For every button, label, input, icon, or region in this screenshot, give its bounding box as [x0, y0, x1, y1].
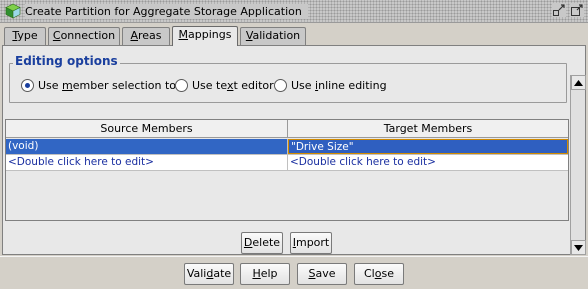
target-member-cell[interactable]: "Drive Size": [288, 139, 568, 154]
app-cube-icon: [5, 3, 21, 19]
radio-unselected-icon[interactable]: [175, 78, 188, 92]
window-title: Create Partition for Aggregate Storage A…: [25, 4, 308, 19]
radio-label: Use inline editing: [291, 78, 387, 92]
tab-connection[interactable]: Connection: [48, 27, 120, 45]
mappings-table: Source Members Target Members (void) "Dr…: [5, 119, 569, 221]
radio-selected-icon[interactable]: [21, 78, 34, 92]
source-member-cell[interactable]: (void): [6, 139, 288, 154]
mappings-panel: Editing options Use member selection too…: [2, 45, 586, 255]
editing-options-title: Editing options: [13, 54, 120, 68]
dialog-footer: Validate Help Save Close: [0, 256, 588, 289]
source-member-cell[interactable]: <Double click here to edit>: [6, 155, 288, 170]
radio-label: Use member selection tool: [38, 78, 186, 92]
column-header-source[interactable]: Source Members: [6, 120, 288, 138]
tab-areas[interactable]: Areas: [122, 27, 170, 45]
radio-inline-editing[interactable]: Use inline editing: [274, 77, 387, 93]
arrow-up-icon: [574, 79, 583, 86]
save-button[interactable]: Save: [297, 263, 347, 285]
scroll-down-button[interactable]: [571, 240, 586, 255]
validate-button[interactable]: Validate: [184, 263, 234, 285]
radio-unselected-icon[interactable]: [274, 78, 287, 92]
column-header-target[interactable]: Target Members: [288, 120, 568, 138]
table-header: Source Members Target Members: [6, 120, 568, 138]
table-row[interactable]: <Double click here to edit> <Double clic…: [6, 155, 568, 171]
tab-validation[interactable]: Validation: [240, 27, 306, 45]
tab-strip: Type Connection Areas Mappings Validatio…: [2, 26, 586, 46]
help-button[interactable]: Help: [240, 263, 290, 285]
minimize-icon[interactable]: [552, 3, 566, 17]
import-button[interactable]: Import: [290, 232, 332, 254]
radio-text-editor[interactable]: Use text editor: [175, 77, 274, 93]
tab-mappings[interactable]: Mappings: [172, 26, 238, 46]
target-member-cell[interactable]: <Double click here to edit>: [288, 155, 568, 170]
vertical-scrollbar[interactable]: [570, 75, 586, 255]
title-bar: Create Partition for Aggregate Storage A…: [0, 0, 588, 23]
close-button[interactable]: Close: [354, 263, 404, 285]
delete-button[interactable]: Delete: [241, 232, 283, 254]
maximize-icon[interactable]: [570, 3, 584, 17]
radio-member-selection-tool[interactable]: Use member selection tool: [21, 77, 186, 93]
editing-options-group: Editing options Use member selection too…: [9, 54, 567, 103]
tab-type[interactable]: Type: [4, 27, 46, 45]
scroll-up-button[interactable]: [571, 75, 586, 90]
radio-label: Use text editor: [192, 78, 274, 92]
table-row[interactable]: (void) "Drive Size": [6, 139, 568, 155]
arrow-down-icon: [574, 244, 583, 251]
